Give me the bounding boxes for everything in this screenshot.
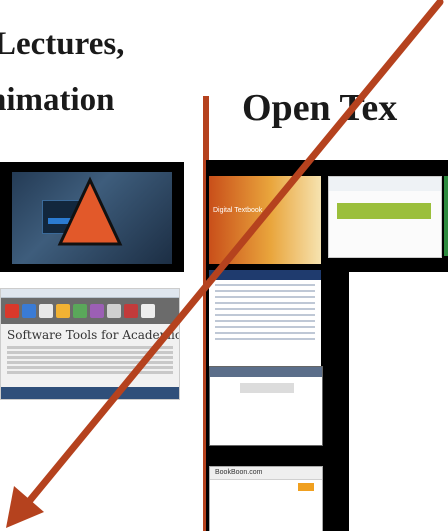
- arrow-icon: [6, 0, 444, 528]
